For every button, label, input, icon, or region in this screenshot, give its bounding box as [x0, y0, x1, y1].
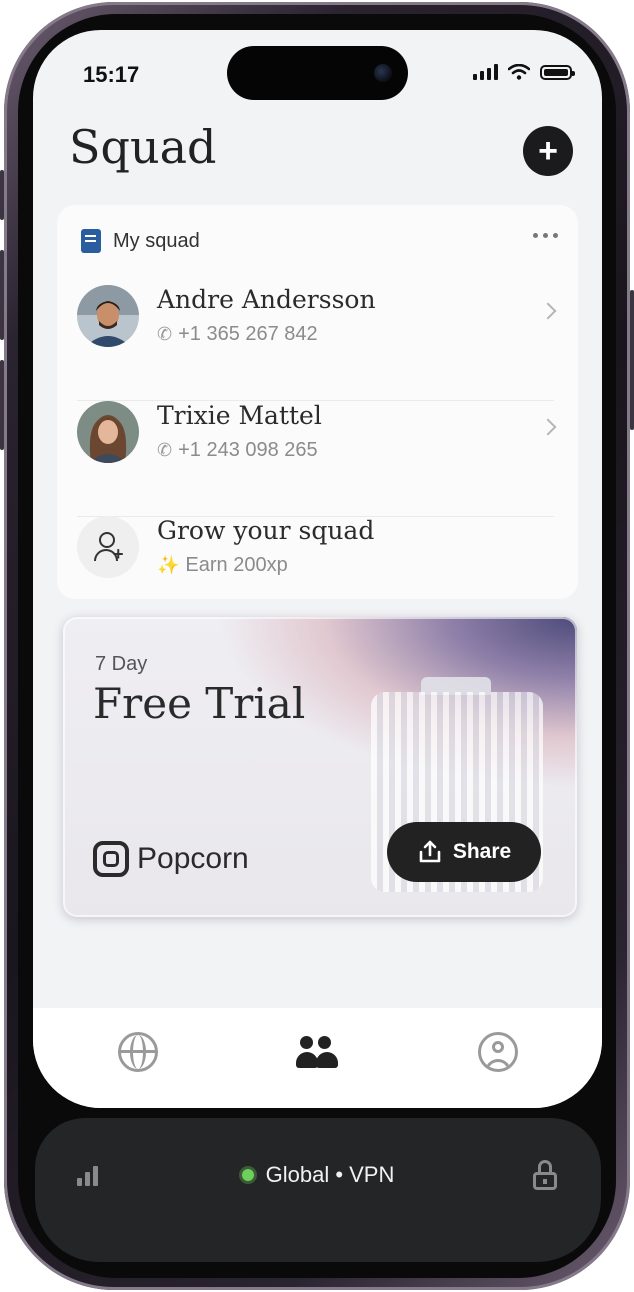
- status-dot: [241, 1169, 254, 1181]
- side-button-volume-up: [0, 250, 4, 340]
- status-icons: [473, 64, 575, 80]
- member-name: Trixie Mattel: [157, 401, 322, 430]
- side-button-power: [630, 290, 634, 430]
- share-icon: [419, 840, 441, 863]
- reward-text: Earn 200xp: [185, 554, 288, 576]
- phone-icon: ✆: [157, 440, 173, 460]
- chevron-right-icon: [539, 418, 557, 436]
- squad-member-row[interactable]: Trixie Mattel ✆ +1 243 098 265: [77, 383, 558, 483]
- trial-kicker: 7 Day: [95, 653, 148, 675]
- add-button[interactable]: +: [523, 126, 573, 176]
- squad-member-row[interactable]: Andre Andersson ✆ +1 365 267 842: [77, 267, 558, 367]
- cellular-signal-icon: [473, 64, 498, 80]
- free-trial-card[interactable]: 7 Day Free Trial Popcorn Share: [63, 617, 577, 917]
- wifi-icon: [508, 64, 530, 80]
- card-title: My squad: [113, 229, 200, 252]
- avatar: [77, 401, 139, 463]
- trial-title: Free Trial: [93, 679, 306, 728]
- profile-icon[interactable]: [478, 1032, 518, 1072]
- tab-bar: [33, 1008, 602, 1108]
- vpn-bar[interactable]: Global • VPN: [35, 1118, 601, 1262]
- vpn-status: Global • VPN: [35, 1162, 601, 1188]
- phone-icon: ✆: [157, 324, 173, 344]
- people-icon[interactable]: [296, 1032, 338, 1072]
- battery-icon: [540, 64, 575, 80]
- share-label: Share: [452, 840, 512, 863]
- book-icon: [81, 229, 101, 253]
- grow-reward: ✨ Earn 200xp: [157, 554, 288, 577]
- camera-icon: [374, 64, 392, 82]
- member-phone: ✆ +1 243 098 265: [157, 439, 318, 462]
- phone-number: +1 365 267 842: [178, 323, 318, 345]
- card-header: My squad: [81, 229, 200, 253]
- member-phone: ✆ +1 365 267 842: [157, 323, 318, 346]
- sparkle-icon: ✨: [157, 555, 180, 575]
- brand-name: Popcorn: [137, 842, 249, 875]
- share-button[interactable]: Share: [387, 822, 541, 882]
- globe-icon[interactable]: [118, 1032, 158, 1072]
- app-screen: 15:17 Squad + My squad Andre Andersson ✆…: [33, 30, 602, 1108]
- suitcase-handle: [421, 677, 491, 695]
- chevron-right-icon: [539, 302, 557, 320]
- dynamic-island: [227, 46, 408, 100]
- add-user-icon: +: [77, 516, 139, 578]
- side-button-volume-down: [0, 360, 4, 450]
- squad-card: My squad Andre Andersson ✆ +1 365 267 84…: [57, 205, 578, 599]
- member-name: Andre Andersson: [157, 285, 376, 314]
- grow-squad-row[interactable]: + Grow your squad ✨ Earn 200xp: [77, 498, 558, 598]
- suitcase-illustration: [371, 692, 543, 892]
- popcorn-logo-icon: [93, 841, 129, 877]
- status-time: 15:17: [83, 62, 140, 87]
- lock-icon[interactable]: [533, 1160, 557, 1190]
- grow-title: Grow your squad: [157, 516, 375, 545]
- brand: Popcorn: [93, 841, 249, 877]
- side-button-mute: [0, 170, 4, 220]
- more-icon[interactable]: [533, 233, 558, 238]
- avatar: [77, 285, 139, 347]
- page-title: Squad: [69, 120, 217, 174]
- vpn-label: Global • VPN: [265, 1162, 395, 1187]
- phone-number: +1 243 098 265: [178, 439, 318, 461]
